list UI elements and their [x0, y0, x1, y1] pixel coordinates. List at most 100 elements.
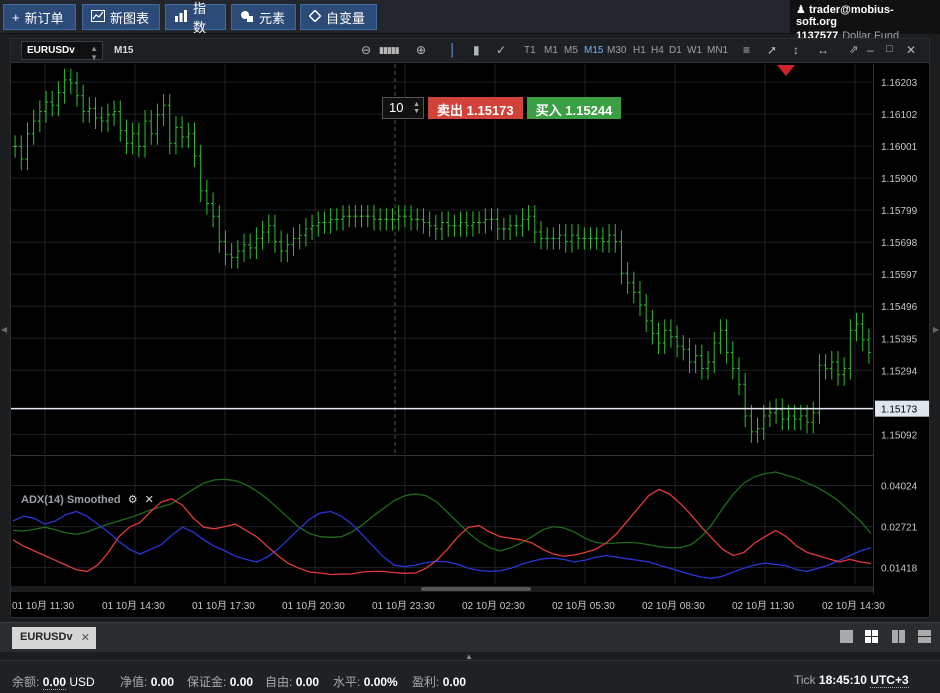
- price-tick-label: 1.15294: [881, 366, 918, 377]
- timeframe-w1[interactable]: W1: [687, 45, 702, 56]
- price-tick-label: 1.15597: [881, 270, 918, 281]
- timeframe-t1[interactable]: T1: [524, 45, 536, 56]
- new-order-label: 新订单: [24, 10, 64, 26]
- lot-size-input[interactable]: 10 ▲ ▼: [382, 97, 424, 119]
- panel-divider: [11, 455, 873, 456]
- time-tick-label: 02 10月 08:30: [642, 600, 705, 612]
- buy-button[interactable]: 买入 1.15244: [526, 97, 622, 119]
- time-tick-label: 01 10月 23:30: [372, 600, 435, 612]
- user-icon: ♟: [796, 4, 806, 16]
- price-tick-label: 1.16203: [881, 78, 918, 89]
- minimize-icon[interactable]: –: [867, 43, 874, 57]
- price-tick-label: 1.15395: [881, 334, 918, 345]
- scrollbar-thumb[interactable]: [421, 587, 531, 591]
- chart-plot-area[interactable]: 1.16203 1.16102 1.16001 1.15900 1.15799 1.156…: [11, 64, 929, 617]
- close-icon[interactable]: ✕: [906, 43, 916, 57]
- server-time: Tick 18:45:10 UTC+3: [794, 673, 909, 688]
- sell-price: 1.15173: [466, 103, 514, 118]
- zoom-in-icon[interactable]: ⊕: [416, 43, 426, 57]
- timeframe-m30[interactable]: M30: [607, 45, 626, 56]
- timeframe-d1[interactable]: D1: [669, 45, 682, 56]
- layout-columns-icon[interactable]: [892, 630, 908, 644]
- new-order-button[interactable]: + 新订单: [3, 4, 76, 30]
- time-tick-label: 01 10月 14:30: [102, 600, 165, 612]
- bar-chart-type-icon[interactable]: │: [449, 43, 457, 57]
- chart-window: EURUSDv ▲ ▼ M15 ⊖ ▮▮▮▮▮ ⊕ │ ▮ ✓ T1 M1 M5 M15…: [10, 38, 930, 618]
- status-bar: 余额: 0.00 USD 净值: 0.00 保证金: 0.00 自由: 0.00…: [0, 660, 940, 693]
- indicators-label: 指数: [193, 1, 207, 35]
- chart-tab[interactable]: EURUSDv ✕: [12, 627, 96, 649]
- indicators-button[interactable]: 指数: [165, 1, 226, 35]
- spinner-icon[interactable]: ▲ ▼: [413, 101, 420, 115]
- one-click-trading: 10 ▲ ▼ 卖出 1.15173 买入 1.15244: [382, 97, 622, 119]
- account-email: trader@mobius-soft.org: [796, 4, 894, 28]
- chart-tab-label: EURUSDv: [20, 631, 73, 643]
- zoom-slider[interactable]: ▮▮▮▮▮: [379, 45, 400, 56]
- variables-button[interactable]: 自变量: [300, 4, 377, 30]
- timeframe-h4[interactable]: H4: [651, 45, 664, 56]
- timeframe-m15[interactable]: M15: [584, 45, 603, 56]
- layout-single-icon[interactable]: [840, 630, 856, 644]
- elements-button[interactable]: 元素: [231, 4, 296, 30]
- maximize-icon[interactable]: □: [886, 43, 893, 55]
- gear-icon[interactable]: ⚙: [128, 494, 138, 506]
- margin-level: 水平: 0.00%: [333, 675, 398, 689]
- symbol-select[interactable]: EURUSDv ▲ ▼: [21, 41, 103, 62]
- equity: 净值: 0.00: [120, 675, 175, 689]
- chevron-updown-icon: ▲ ▼: [90, 44, 98, 62]
- indicator-tick-label: 0.01418: [881, 564, 918, 575]
- timeframe-mn1[interactable]: MN1: [707, 45, 728, 56]
- sell-button[interactable]: 卖出 1.15173: [428, 97, 523, 119]
- horizontal-line-icon[interactable]: ↔: [817, 43, 829, 57]
- new-chart-button[interactable]: 新图表: [82, 4, 160, 30]
- bid-price-tag-label: 1.15173: [881, 405, 918, 416]
- time-tick-label: 01 10月 20:30: [282, 600, 345, 612]
- close-icon[interactable]: ✕: [145, 494, 154, 506]
- price-tick-label: 1.15900: [881, 174, 918, 185]
- adx-line: [12, 471, 872, 552]
- timeframe-m5[interactable]: M5: [564, 45, 578, 56]
- time-tick-label: 01 10月 17:30: [192, 600, 255, 612]
- indicator-header: ADX(14) Smoothed ⚙ ✕: [21, 493, 154, 506]
- alert-marker-icon: [777, 65, 795, 76]
- candlestick-icon[interactable]: ▮: [473, 43, 480, 57]
- timezone-select[interactable]: UTC+3: [870, 673, 909, 688]
- indicator-tick-label: 0.02721: [881, 523, 918, 534]
- chart-tabs-bar: EURUSDv ✕: [0, 622, 940, 652]
- time-tick-label: 01 10月 11:30: [12, 600, 75, 612]
- time-tick-label: 02 10月 11:30: [732, 600, 795, 612]
- timeframe-m1[interactable]: M1: [544, 45, 558, 56]
- main-toolbar: + 新订单 新图表 指数 元素 自变量 ♟ trader@mobius-soft…: [0, 0, 940, 42]
- plus-icon: +: [12, 9, 20, 25]
- left-arrow-icon[interactable]: ◀: [1, 325, 7, 334]
- vertical-line-icon[interactable]: ↕: [793, 43, 799, 57]
- right-arrow-icon[interactable]: ▶: [933, 325, 939, 334]
- layout-rows-icon[interactable]: [918, 630, 934, 644]
- current-timeframe: M15: [114, 45, 134, 56]
- balance-value[interactable]: 0.00: [42, 675, 67, 690]
- chart-icon: [91, 9, 105, 25]
- profit: 盈利: 0.00: [412, 675, 467, 689]
- close-tab-icon[interactable]: ✕: [81, 631, 90, 644]
- price-tick-label: 1.15092: [881, 430, 918, 441]
- menu-icon[interactable]: ≡: [743, 43, 750, 57]
- line-chart-icon[interactable]: ✓: [496, 43, 506, 57]
- account-info[interactable]: ♟ trader@mobius-soft.org 1137577 Dollar F…: [790, 0, 940, 42]
- lot-size-value: 10: [389, 100, 404, 115]
- chart-toolbar: EURUSDv ▲ ▼ M15 ⊖ ▮▮▮▮▮ ⊕ │ ▮ ✓ T1 M1 M5 M15…: [11, 39, 929, 63]
- detach-icon[interactable]: ⇗: [849, 43, 858, 56]
- indicator-name: ADX(14) Smoothed: [21, 494, 121, 506]
- price-tick-label: 1.16001: [881, 142, 918, 153]
- price-tick-label: 1.15799: [881, 206, 918, 217]
- zoom-out-icon[interactable]: ⊖: [361, 43, 371, 57]
- balance: 余额: 0.00 USD: [12, 675, 95, 690]
- buy-price: 1.15244: [565, 103, 613, 118]
- shapes-icon: [240, 10, 254, 25]
- price-tick-label: 1.15698: [881, 238, 918, 249]
- trendline-icon[interactable]: ➚: [767, 43, 777, 57]
- layout-grid-icon[interactable]: [865, 630, 881, 644]
- timeframe-h1[interactable]: H1: [633, 45, 646, 56]
- price-chart[interactable]: 1.16203 1.16102 1.16001 1.15900 1.15799 1.156…: [11, 64, 929, 617]
- price-tick-label: 1.15496: [881, 302, 918, 313]
- bar-chart-icon: [174, 9, 188, 25]
